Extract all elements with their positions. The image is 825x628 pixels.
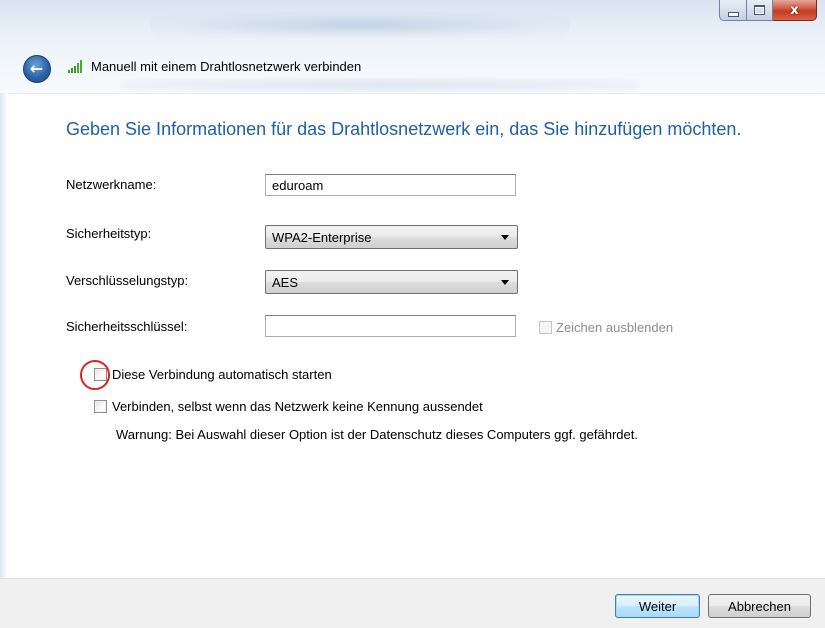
security-key-input[interactable]	[265, 315, 516, 337]
encryption-type-dropdown[interactable]: AES	[265, 270, 518, 294]
connect-hidden-checkbox[interactable]	[94, 400, 107, 413]
minimize-icon	[727, 11, 739, 17]
encryption-type-value: AES	[272, 274, 299, 290]
page-heading: Geben Sie Informationen für das Drahtlos…	[66, 119, 742, 139]
glass-reflection-lower	[120, 78, 640, 92]
wireless-signal-icon	[68, 60, 82, 73]
glass-reflection	[150, 12, 570, 38]
title-bar: x ← Manuell mit einem Drahtlosnetzwerk v…	[0, 0, 825, 94]
cancel-button[interactable]: Abbrechen	[708, 594, 811, 618]
back-button[interactable]: ←	[23, 55, 51, 83]
maximize-icon	[754, 5, 765, 15]
dialog-window: x ← Manuell mit einem Drahtlosnetzwerk v…	[0, 0, 825, 628]
minimize-button[interactable]	[719, 0, 747, 21]
privacy-warning-text: Warnung: Bei Auswahl dieser Option ist d…	[116, 427, 638, 442]
hide-characters-label: Zeichen ausblenden	[556, 320, 674, 335]
security-key-label: Sicherheitsschlüssel:	[66, 319, 188, 334]
maximize-button[interactable]	[747, 0, 773, 21]
security-type-dropdown[interactable]: WPA2-Enterprise	[265, 225, 518, 249]
hide-characters-checkbox[interactable]	[539, 321, 552, 334]
window-controls: x	[719, 0, 817, 22]
network-name-label: Netzwerkname:	[66, 177, 157, 192]
security-type-label: Sicherheitstyp:	[66, 226, 152, 241]
close-button[interactable]: x	[773, 0, 817, 21]
security-type-value: WPA2-Enterprise	[272, 229, 372, 245]
dialog-footer	[0, 578, 825, 628]
close-icon: x	[790, 2, 799, 18]
encryption-type-label: Verschlüsselungstyp:	[66, 273, 189, 288]
window-left-edge	[0, 93, 8, 628]
back-arrow-icon: ←	[29, 59, 44, 78]
chevron-down-icon	[501, 279, 509, 285]
network-name-input[interactable]: eduroam	[265, 174, 516, 196]
chevron-down-icon	[501, 234, 509, 240]
connect-hidden-label: Verbinden, selbst wenn das Netzwerk kein…	[112, 399, 483, 414]
auto-start-label: Diese Verbindung automatisch starten	[112, 367, 332, 382]
next-button[interactable]: Weiter	[615, 594, 700, 618]
highlight-annotation-ring	[80, 360, 110, 390]
dialog-title: Manuell mit einem Drahtlosnetzwerk verbi…	[91, 59, 362, 74]
